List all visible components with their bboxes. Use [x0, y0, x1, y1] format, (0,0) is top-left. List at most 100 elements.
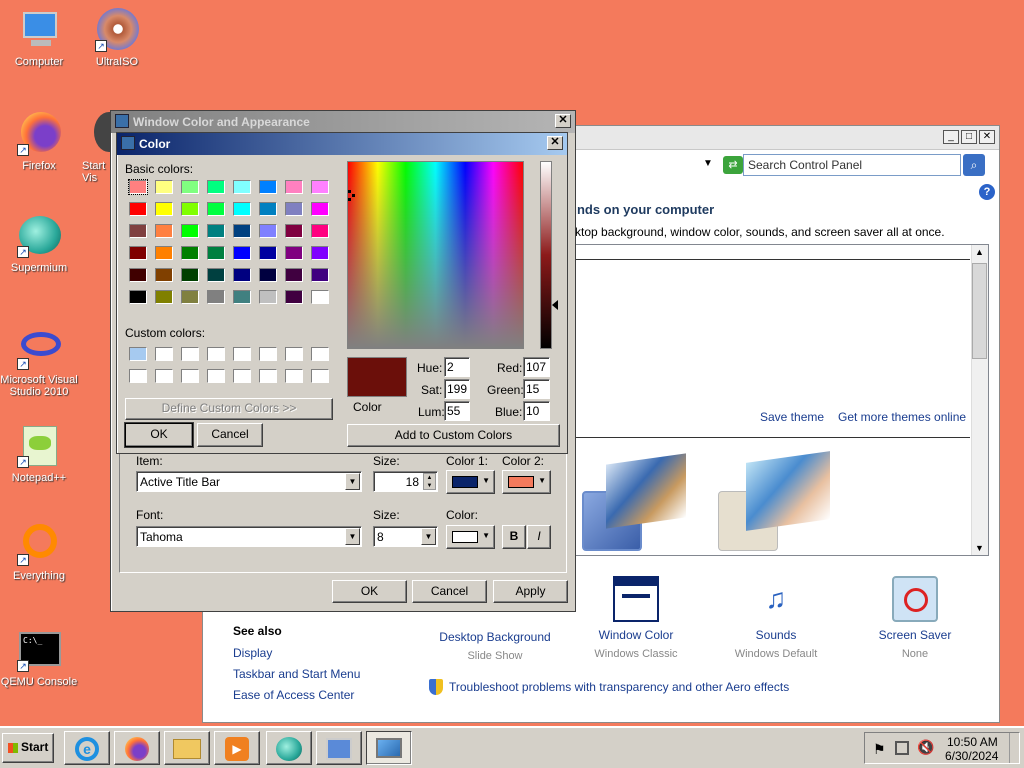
flag-icon[interactable]: ⚑ — [873, 741, 886, 758]
font-color-picker-button[interactable]: ▼ — [446, 525, 495, 549]
theme-list[interactable]: Save theme Get more themes online ▲ ▼ — [575, 244, 989, 556]
color-swatch[interactable] — [181, 369, 199, 383]
color-swatch[interactable] — [181, 224, 199, 238]
desktop-icon-notepadpp[interactable]: ↗ Notepad++ — [0, 424, 78, 484]
color-swatch[interactable] — [128, 179, 148, 195]
desktop-icon-start-vis[interactable]: Start Vis — [70, 112, 124, 184]
color-swatch[interactable] — [181, 202, 199, 216]
chevron-down-icon[interactable]: ▼ — [345, 528, 360, 545]
color-swatch[interactable] — [129, 202, 147, 216]
color-swatch[interactable] — [129, 347, 147, 361]
color-swatch[interactable] — [155, 202, 173, 216]
search-icon[interactable]: ⌕ — [963, 154, 985, 176]
color-swatch[interactable] — [233, 180, 251, 194]
close-button[interactable]: ✕ — [555, 114, 571, 128]
troubleshoot-link[interactable]: Troubleshoot problems with transparency … — [449, 680, 789, 694]
hue-input[interactable]: 2 — [444, 357, 470, 377]
color-swatch[interactable] — [129, 369, 147, 383]
taskbar-link[interactable]: Taskbar and Start Menu — [233, 667, 360, 681]
refresh-icon[interactable]: ⇄ — [723, 156, 743, 174]
start-button[interactable]: Start — [2, 733, 54, 763]
blue-input[interactable]: 10 — [523, 401, 550, 421]
desktop-icon-everything[interactable]: ↗ Everything — [0, 522, 78, 582]
network-icon[interactable] — [895, 741, 909, 755]
color-swatch[interactable] — [259, 202, 277, 216]
color-swatch[interactable] — [155, 246, 173, 260]
color-swatch[interactable] — [285, 246, 303, 260]
color-swatch[interactable] — [259, 290, 277, 304]
taskbar-ie-button[interactable]: e — [64, 731, 110, 765]
color2-picker-button[interactable]: ▼ — [502, 470, 551, 494]
color-swatch[interactable] — [207, 290, 225, 304]
color-swatch[interactable] — [155, 268, 173, 282]
color-swatch[interactable] — [233, 369, 251, 383]
color-swatch[interactable] — [259, 369, 277, 383]
color-swatch[interactable] — [311, 180, 329, 194]
color-swatch[interactable] — [129, 246, 147, 260]
taskbar-explorer-button[interactable] — [164, 731, 210, 765]
color-swatch[interactable] — [233, 290, 251, 304]
window-color-item[interactable]: Window Color Windows Classic — [576, 576, 696, 660]
desktop-icon-computer[interactable]: Computer — [0, 8, 78, 68]
color-swatch[interactable] — [207, 180, 225, 194]
color1-picker-button[interactable]: ▼ — [446, 470, 495, 494]
color-swatch[interactable] — [155, 180, 173, 194]
color-swatch[interactable] — [233, 246, 251, 260]
clock-time[interactable]: 10:50 AM — [947, 735, 998, 749]
color-swatch[interactable] — [155, 369, 173, 383]
close-button[interactable]: ✕ — [979, 130, 995, 144]
display-link[interactable]: Display — [233, 646, 272, 660]
font-size-select[interactable]: 8 ▼ — [373, 526, 438, 547]
italic-button[interactable]: I — [527, 525, 551, 549]
cancel-button[interactable]: Cancel — [197, 423, 263, 447]
color-swatch[interactable] — [181, 268, 199, 282]
volume-muted-icon[interactable]: 🔇 — [917, 739, 934, 756]
close-button[interactable]: ✕ — [547, 136, 563, 150]
color-swatch[interactable] — [285, 369, 303, 383]
color-swatch[interactable] — [259, 268, 277, 282]
color-swatch[interactable] — [129, 290, 147, 304]
desktop-icon-vs2010[interactable]: ↗ Microsoft Visual Studio 2010 — [0, 326, 78, 398]
green-input[interactable]: 15 — [523, 379, 550, 399]
ok-button[interactable]: OK — [124, 422, 194, 448]
color-swatch[interactable] — [207, 246, 225, 260]
color-swatch[interactable] — [285, 347, 303, 361]
help-icon[interactable]: ? — [979, 184, 995, 200]
color-swatch[interactable] — [311, 246, 329, 260]
maximize-button[interactable]: □ — [961, 130, 977, 144]
red-input[interactable]: 107 — [523, 357, 550, 377]
get-more-themes-link[interactable]: Get more themes online — [838, 410, 966, 424]
color-swatch[interactable] — [181, 180, 199, 194]
taskbar-media-button[interactable]: ▶ — [214, 731, 260, 765]
chevron-down-icon[interactable]: ▼ — [345, 473, 360, 490]
ease-of-access-link[interactable]: Ease of Access Center — [233, 688, 354, 702]
color-swatch[interactable] — [129, 268, 147, 282]
color-swatch[interactable] — [233, 202, 251, 216]
color-swatch[interactable] — [207, 224, 225, 238]
desktop-icon-ultraiso[interactable]: ↗ UltraISO — [78, 8, 156, 68]
bold-button[interactable]: B — [502, 525, 526, 549]
luminosity-slider[interactable] — [540, 161, 552, 349]
color-swatch[interactable] — [181, 290, 199, 304]
luminosity-arrow-icon[interactable] — [552, 300, 558, 310]
color-swatch[interactable] — [285, 224, 303, 238]
desktop-icon-supermium[interactable]: ↗ Supermium — [0, 214, 78, 274]
item-select[interactable]: Active Title Bar ▼ — [136, 471, 362, 492]
show-desktop-button[interactable] — [1009, 733, 1019, 763]
color-spectrum[interactable] — [347, 161, 524, 349]
color-swatch[interactable] — [207, 347, 225, 361]
search-input[interactable]: Search Control Panel — [743, 154, 961, 176]
chevron-down-icon[interactable]: ▼ — [703, 158, 713, 169]
font-select[interactable]: Tahoma ▼ — [136, 526, 362, 547]
define-custom-colors-button[interactable]: Define Custom Colors >> — [125, 398, 333, 420]
color-swatch[interactable] — [259, 347, 277, 361]
taskbar-firefox-button[interactable] — [114, 731, 160, 765]
minimize-button[interactable]: _ — [943, 130, 959, 144]
screen-saver-item[interactable]: Screen Saver None — [855, 576, 975, 660]
list-scrollbar[interactable]: ▲ ▼ — [971, 245, 988, 555]
color-swatch[interactable] — [155, 290, 173, 304]
color-swatch[interactable] — [155, 347, 173, 361]
size-spinner[interactable]: 18 ▲ ▼ — [373, 471, 438, 492]
color-swatch[interactable] — [311, 268, 329, 282]
color-swatch[interactable] — [181, 347, 199, 361]
